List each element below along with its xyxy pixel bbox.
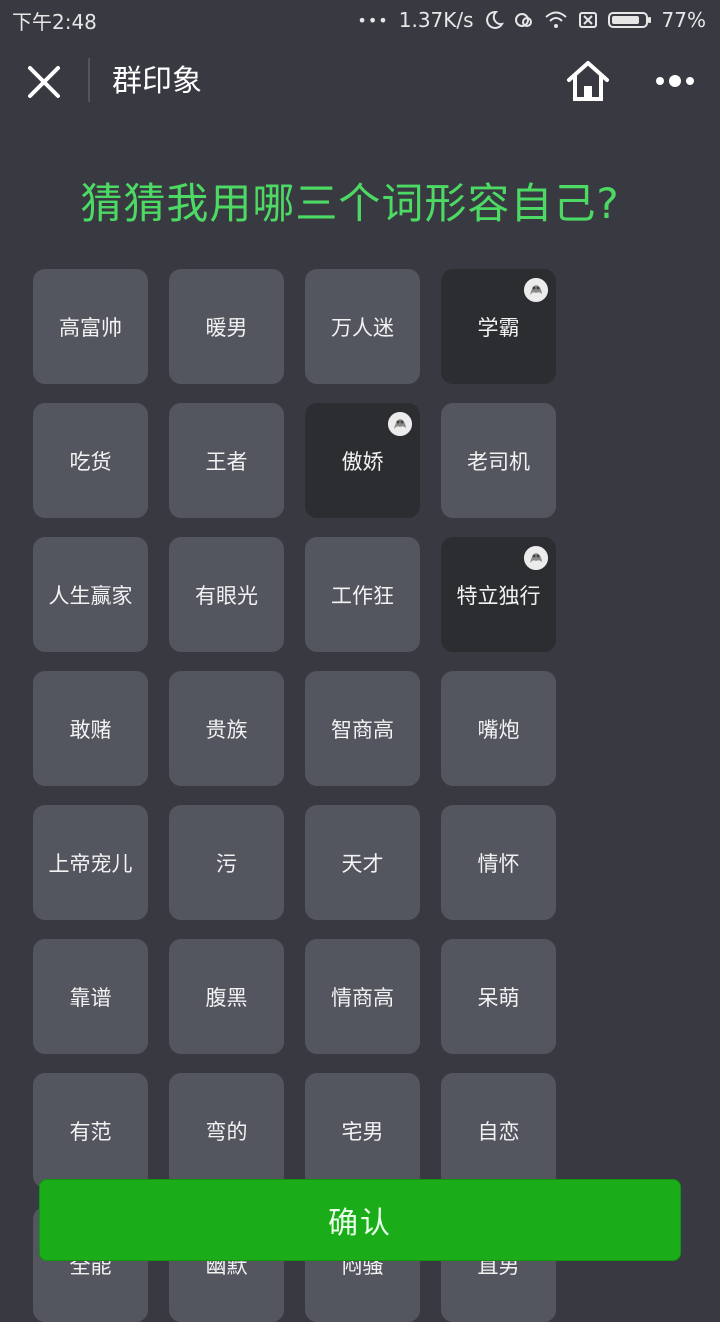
- tag-grid: 高富帅 暖男 万人迷 学霸吃货 王者 傲娇 老司机人生赢家 有眼光 工作狂 特立独行敢赌 贵族 智商高…: [33, 269, 573, 1322]
- avatar: [388, 412, 412, 436]
- status-icons: ••• 1.37K/s 77%: [357, 8, 706, 32]
- tag-tile[interactable]: 情怀: [441, 805, 556, 920]
- tag-tile[interactable]: 贵族: [169, 671, 284, 786]
- status-dots: •••: [357, 10, 389, 30]
- tag-tile[interactable]: 傲娇: [305, 403, 420, 518]
- avatar: [524, 546, 548, 570]
- battery-icon: [607, 10, 652, 30]
- tag-label: 万人迷: [331, 315, 394, 340]
- nav-bar: 群印象: [0, 40, 720, 124]
- tag-tile[interactable]: 人生赢家: [33, 537, 148, 652]
- tag-tile[interactable]: 暖男: [169, 269, 284, 384]
- tag-label: 有范: [69, 1119, 112, 1144]
- tag-label: 老司机: [467, 449, 530, 474]
- tag-tile[interactable]: 宅男: [305, 1073, 420, 1188]
- tag-tile[interactable]: 吃货: [33, 403, 148, 518]
- page-title: 群印象: [112, 64, 202, 99]
- battery-percent: 77%: [661, 8, 706, 32]
- tag-label: 自恋: [477, 1119, 520, 1144]
- tag-label: 腹黑: [205, 985, 248, 1010]
- tag-label: 特立独行: [456, 583, 541, 608]
- tag-tile[interactable]: 污: [169, 805, 284, 920]
- tag-label: 暖男: [205, 315, 248, 340]
- network-speed: 1.37K/s: [398, 8, 474, 32]
- tag-tile[interactable]: 工作狂: [305, 537, 420, 652]
- tag-label: 情怀: [477, 851, 520, 876]
- tag-tile[interactable]: 靠谱: [33, 939, 148, 1054]
- tag-label: 弯的: [205, 1119, 248, 1144]
- tag-label: 呆萌: [477, 985, 520, 1010]
- tag-tile[interactable]: 情商高: [305, 939, 420, 1054]
- tag-label: 污: [216, 851, 237, 876]
- tag-label: 傲娇: [341, 449, 384, 474]
- tag-tile[interactable]: 嘴炮: [441, 671, 556, 786]
- tag-label: 智商高: [331, 717, 394, 742]
- tag-tile[interactable]: 学霸: [441, 269, 556, 384]
- tag-tile[interactable]: 天才: [305, 805, 420, 920]
- tag-tile[interactable]: 老司机: [441, 403, 556, 518]
- tag-label: 嘴炮: [477, 717, 520, 742]
- tag-label: 工作狂: [331, 583, 394, 608]
- tag-tile[interactable]: 敢赌: [33, 671, 148, 786]
- sync-icon: [514, 10, 534, 30]
- moon-icon: [484, 10, 504, 30]
- tag-tile[interactable]: 万人迷: [305, 269, 420, 384]
- tag-tile[interactable]: 有范: [33, 1073, 148, 1188]
- tag-tile[interactable]: 智商高: [305, 671, 420, 786]
- tag-tile[interactable]: 腹黑: [169, 939, 284, 1054]
- more-icon[interactable]: [654, 68, 696, 94]
- tag-tile[interactable]: 王者: [169, 403, 284, 518]
- tag-label: 天才: [341, 851, 384, 876]
- status-time: 下午2:48: [12, 9, 97, 34]
- tag-label: 人生赢家: [48, 583, 133, 608]
- home-icon[interactable]: [566, 60, 610, 102]
- nav-divider: [88, 58, 90, 102]
- confirm-button[interactable]: 确认: [39, 1179, 681, 1261]
- sim-off-icon: [578, 10, 598, 30]
- tag-label: 敢赌: [69, 717, 112, 742]
- tag-tile[interactable]: 特立独行: [441, 537, 556, 652]
- tag-label: 靠谱: [69, 985, 112, 1010]
- tag-label: 高富帅: [59, 315, 122, 340]
- tag-tile[interactable]: 有眼光: [169, 537, 284, 652]
- tag-label: 学霸: [477, 315, 520, 340]
- tag-label: 王者: [205, 449, 248, 474]
- question-title: 猜猜我用哪三个词形容自己?: [80, 179, 620, 228]
- tag-tile[interactable]: 上帝宠儿: [33, 805, 148, 920]
- tag-label: 情商高: [331, 985, 394, 1010]
- tag-tile[interactable]: 呆萌: [441, 939, 556, 1054]
- tag-label: 吃货: [69, 449, 112, 474]
- wifi-icon: [544, 10, 568, 30]
- avatar: [524, 278, 548, 302]
- tag-label: 宅男: [341, 1119, 384, 1144]
- tag-label: 贵族: [205, 717, 248, 742]
- tag-tile[interactable]: 高富帅: [33, 269, 148, 384]
- tag-label: 有眼光: [195, 583, 258, 608]
- tag-tile[interactable]: 自恋: [441, 1073, 556, 1188]
- close-icon[interactable]: [26, 64, 62, 100]
- tag-tile[interactable]: 弯的: [169, 1073, 284, 1188]
- status-bar: 下午2:48 ••• 1.37K/s 77%: [0, 0, 720, 40]
- tag-label: 上帝宠儿: [48, 851, 133, 876]
